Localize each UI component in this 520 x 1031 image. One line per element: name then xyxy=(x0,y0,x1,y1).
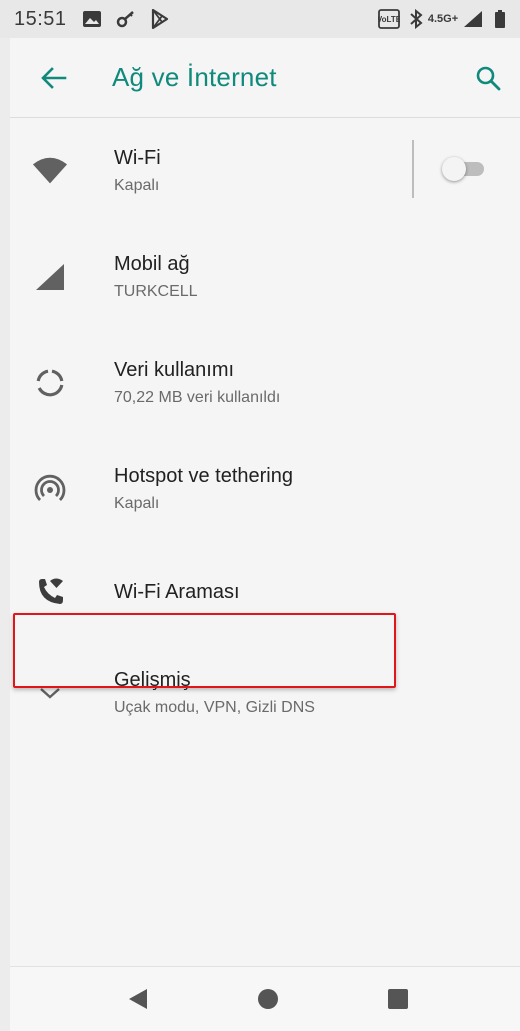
settings-item-subtitle: TURKCELL xyxy=(114,283,198,300)
settings-item-subtitle: Kapalı xyxy=(114,495,160,512)
search-icon[interactable] xyxy=(472,62,504,94)
hotspot-icon xyxy=(32,471,68,507)
status-time: 15:51 xyxy=(14,7,67,30)
settings-item-title: Veri kullanımı xyxy=(114,359,235,381)
settings-item-wifi[interactable]: Wi-Fi Kapalı xyxy=(10,118,520,224)
settings-item-mobile-network[interactable]: Mobil ağ TURKCELL xyxy=(10,224,520,330)
svg-text:VoLTE: VoLTE xyxy=(378,15,400,24)
settings-list: Wi-Fi Kapalı Mobil ağ TURKCELL Veri kull… xyxy=(10,118,520,744)
cell-signal-icon xyxy=(32,259,68,295)
network-internet-screen: Ağ ve İnternet Wi-Fi Kapalı Mobil ağ TUR… xyxy=(10,38,520,966)
settings-item-title: Hotspot ve tethering xyxy=(114,465,293,487)
status-bar: 15:51 VoLTE 4.5G+ xyxy=(0,0,520,38)
key-icon xyxy=(115,8,137,30)
settings-item-title: Wi-Fi xyxy=(114,147,161,169)
status-right-icons: VoLTE 4.5G+ xyxy=(378,8,508,30)
settings-item-subtitle: 70,22 MB veri kullanıldı xyxy=(114,389,281,406)
toggle-divider xyxy=(412,140,414,198)
wifi-icon xyxy=(32,153,68,189)
status-left-icons xyxy=(81,8,171,30)
image-icon xyxy=(81,8,103,30)
settings-item-title: Mobil ağ xyxy=(114,253,190,275)
wifi-calling-icon xyxy=(32,574,68,610)
page-title: Ağ ve İnternet xyxy=(112,62,277,92)
settings-item-hotspot[interactable]: Hotspot ve tethering Kapalı xyxy=(10,436,520,542)
app-bar: Ağ ve İnternet xyxy=(10,38,520,118)
wifi-toggle[interactable] xyxy=(442,154,488,184)
settings-item-subtitle: Kapalı xyxy=(114,177,160,194)
play-store-icon xyxy=(149,8,171,30)
home-circle-icon[interactable] xyxy=(256,987,280,1011)
bluetooth-icon xyxy=(408,9,424,29)
back-triangle-icon[interactable] xyxy=(126,987,150,1011)
chevron-down-icon xyxy=(32,675,68,711)
4g-plus-icon: 4.5G+ xyxy=(428,8,458,30)
toggle-thumb xyxy=(442,157,466,181)
recents-square-icon[interactable] xyxy=(386,987,410,1011)
volte-icon: VoLTE xyxy=(378,8,400,30)
settings-item-subtitle: Uçak modu, VPN, Gizli DNS xyxy=(114,699,315,716)
settings-item-data-usage[interactable]: Veri kullanımı 70,22 MB veri kullanıldı xyxy=(10,330,520,436)
navigation-bar xyxy=(10,966,520,1031)
settings-item-title: Gelişmiş xyxy=(114,669,191,691)
settings-item-advanced[interactable]: Gelişmiş Uçak modu, VPN, Gizli DNS xyxy=(10,642,520,744)
battery-icon xyxy=(492,10,508,28)
network-type-label: 4.5G+ xyxy=(427,13,459,25)
settings-item-title: Wi-Fi Araması xyxy=(114,581,240,603)
back-arrow-icon[interactable] xyxy=(38,62,70,94)
data-usage-icon xyxy=(32,365,68,401)
signal-icon xyxy=(462,8,484,30)
settings-item-wifi-calling[interactable]: Wi-Fi Araması xyxy=(10,542,520,642)
